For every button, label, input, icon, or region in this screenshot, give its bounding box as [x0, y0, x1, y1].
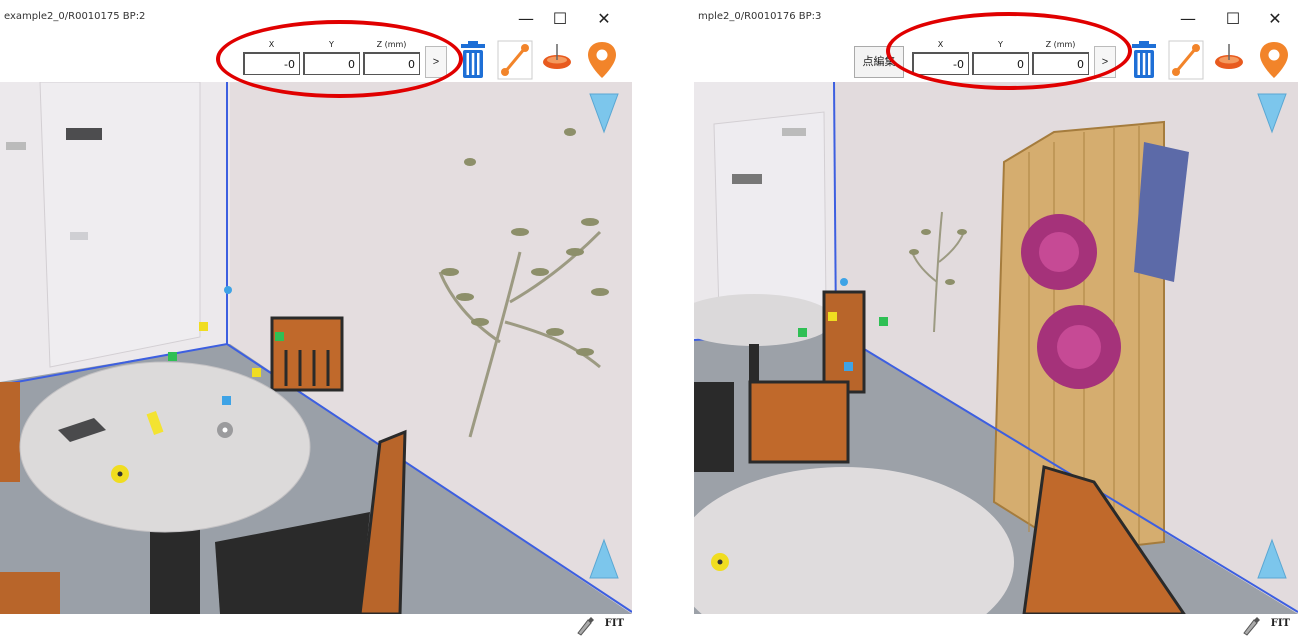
- delete-button[interactable]: [455, 40, 491, 80]
- y-input[interactable]: 0: [303, 52, 360, 75]
- y-coordinate: Y 0: [303, 36, 360, 80]
- plane-tool-button[interactable]: [539, 40, 575, 80]
- x-coordinate: X -0: [243, 36, 300, 80]
- y-input[interactable]: 0: [972, 52, 1029, 75]
- x-label: X: [268, 40, 275, 49]
- line-tool-button[interactable]: [497, 40, 533, 80]
- z-label: Z (mm): [376, 40, 407, 49]
- minimize-button[interactable]: —: [1170, 4, 1206, 34]
- go-to-coordinate-button[interactable]: >: [1094, 46, 1116, 78]
- title-bar: example2_0/R0010175 BP:2 — ☐ ✕: [0, 0, 632, 34]
- plane-tool-icon: [543, 44, 571, 69]
- x-coordinate: X -0: [912, 36, 969, 80]
- maximize-button[interactable]: ☐: [1215, 4, 1251, 34]
- nav-up-icon[interactable]: [588, 538, 620, 580]
- fit-button[interactable]: FIT: [1271, 618, 1290, 629]
- nav-down-icon[interactable]: [1256, 92, 1288, 134]
- pen-icon[interactable]: [574, 614, 596, 636]
- go-to-coordinate-button[interactable]: >: [425, 46, 447, 78]
- status-bar: FIT: [694, 614, 1298, 637]
- minimize-button[interactable]: —: [508, 4, 544, 34]
- trash-icon: [461, 41, 485, 78]
- plane-tool-button[interactable]: [1211, 40, 1247, 80]
- z-coordinate: Z (mm) 0: [1032, 36, 1089, 80]
- z-label: Z (mm): [1045, 40, 1076, 49]
- panorama-view[interactable]: [0, 82, 632, 614]
- fit-button[interactable]: FIT: [605, 618, 624, 629]
- room-scene-image: [0, 82, 632, 614]
- window-title: mple2_0/R0010176 BP:3: [698, 11, 822, 22]
- room-scene-image: [694, 82, 1298, 614]
- window-title: example2_0/R0010175 BP:2: [4, 11, 146, 22]
- point-edit-button[interactable]: 点編集: [854, 46, 904, 78]
- viewer-window-left: example2_0/R0010175 BP:2 — ☐ ✕ X -0 Y 0 …: [0, 0, 632, 637]
- line-tool-icon: [1168, 40, 1204, 80]
- toolbar: 点編集 X -0 Y 0 Z (mm) 0 >: [694, 34, 1298, 82]
- coordinate-panel: X -0 Y 0 Z (mm) 0: [243, 36, 423, 80]
- location-pin-button[interactable]: [1256, 40, 1292, 80]
- close-button[interactable]: ✕: [1257, 4, 1293, 34]
- y-coordinate: Y 0: [972, 36, 1029, 80]
- y-label: Y: [329, 40, 334, 49]
- y-label: Y: [998, 40, 1003, 49]
- z-coordinate: Z (mm) 0: [363, 36, 420, 80]
- z-input[interactable]: 0: [1032, 52, 1089, 75]
- close-button[interactable]: ✕: [586, 4, 622, 34]
- pen-icon[interactable]: [1240, 614, 1262, 636]
- toolbar: X -0 Y 0 Z (mm) 0 >: [0, 34, 632, 82]
- line-tool-icon: [497, 40, 533, 80]
- panorama-view[interactable]: [694, 82, 1298, 614]
- x-label: X: [937, 40, 944, 49]
- title-bar: mple2_0/R0010176 BP:3 — ☐ ✕: [694, 0, 1298, 34]
- x-input[interactable]: -0: [912, 52, 969, 75]
- nav-up-icon[interactable]: [1256, 538, 1288, 580]
- plane-tool-icon: [1215, 44, 1243, 69]
- x-input[interactable]: -0: [243, 52, 300, 75]
- status-bar: FIT: [0, 614, 632, 637]
- coordinate-panel: X -0 Y 0 Z (mm) 0: [912, 36, 1092, 80]
- line-tool-button[interactable]: [1168, 40, 1204, 80]
- viewer-window-right: mple2_0/R0010176 BP:3 — ☐ ✕ 点編集 X -0 Y 0…: [694, 0, 1298, 637]
- location-pin-icon: [1260, 42, 1288, 78]
- nav-down-icon[interactable]: [588, 92, 620, 134]
- trash-icon: [1132, 41, 1156, 78]
- location-pin-button[interactable]: [584, 40, 620, 80]
- z-input[interactable]: 0: [363, 52, 420, 75]
- location-pin-icon: [588, 42, 616, 78]
- delete-button[interactable]: [1126, 40, 1162, 80]
- maximize-button[interactable]: ☐: [542, 4, 578, 34]
